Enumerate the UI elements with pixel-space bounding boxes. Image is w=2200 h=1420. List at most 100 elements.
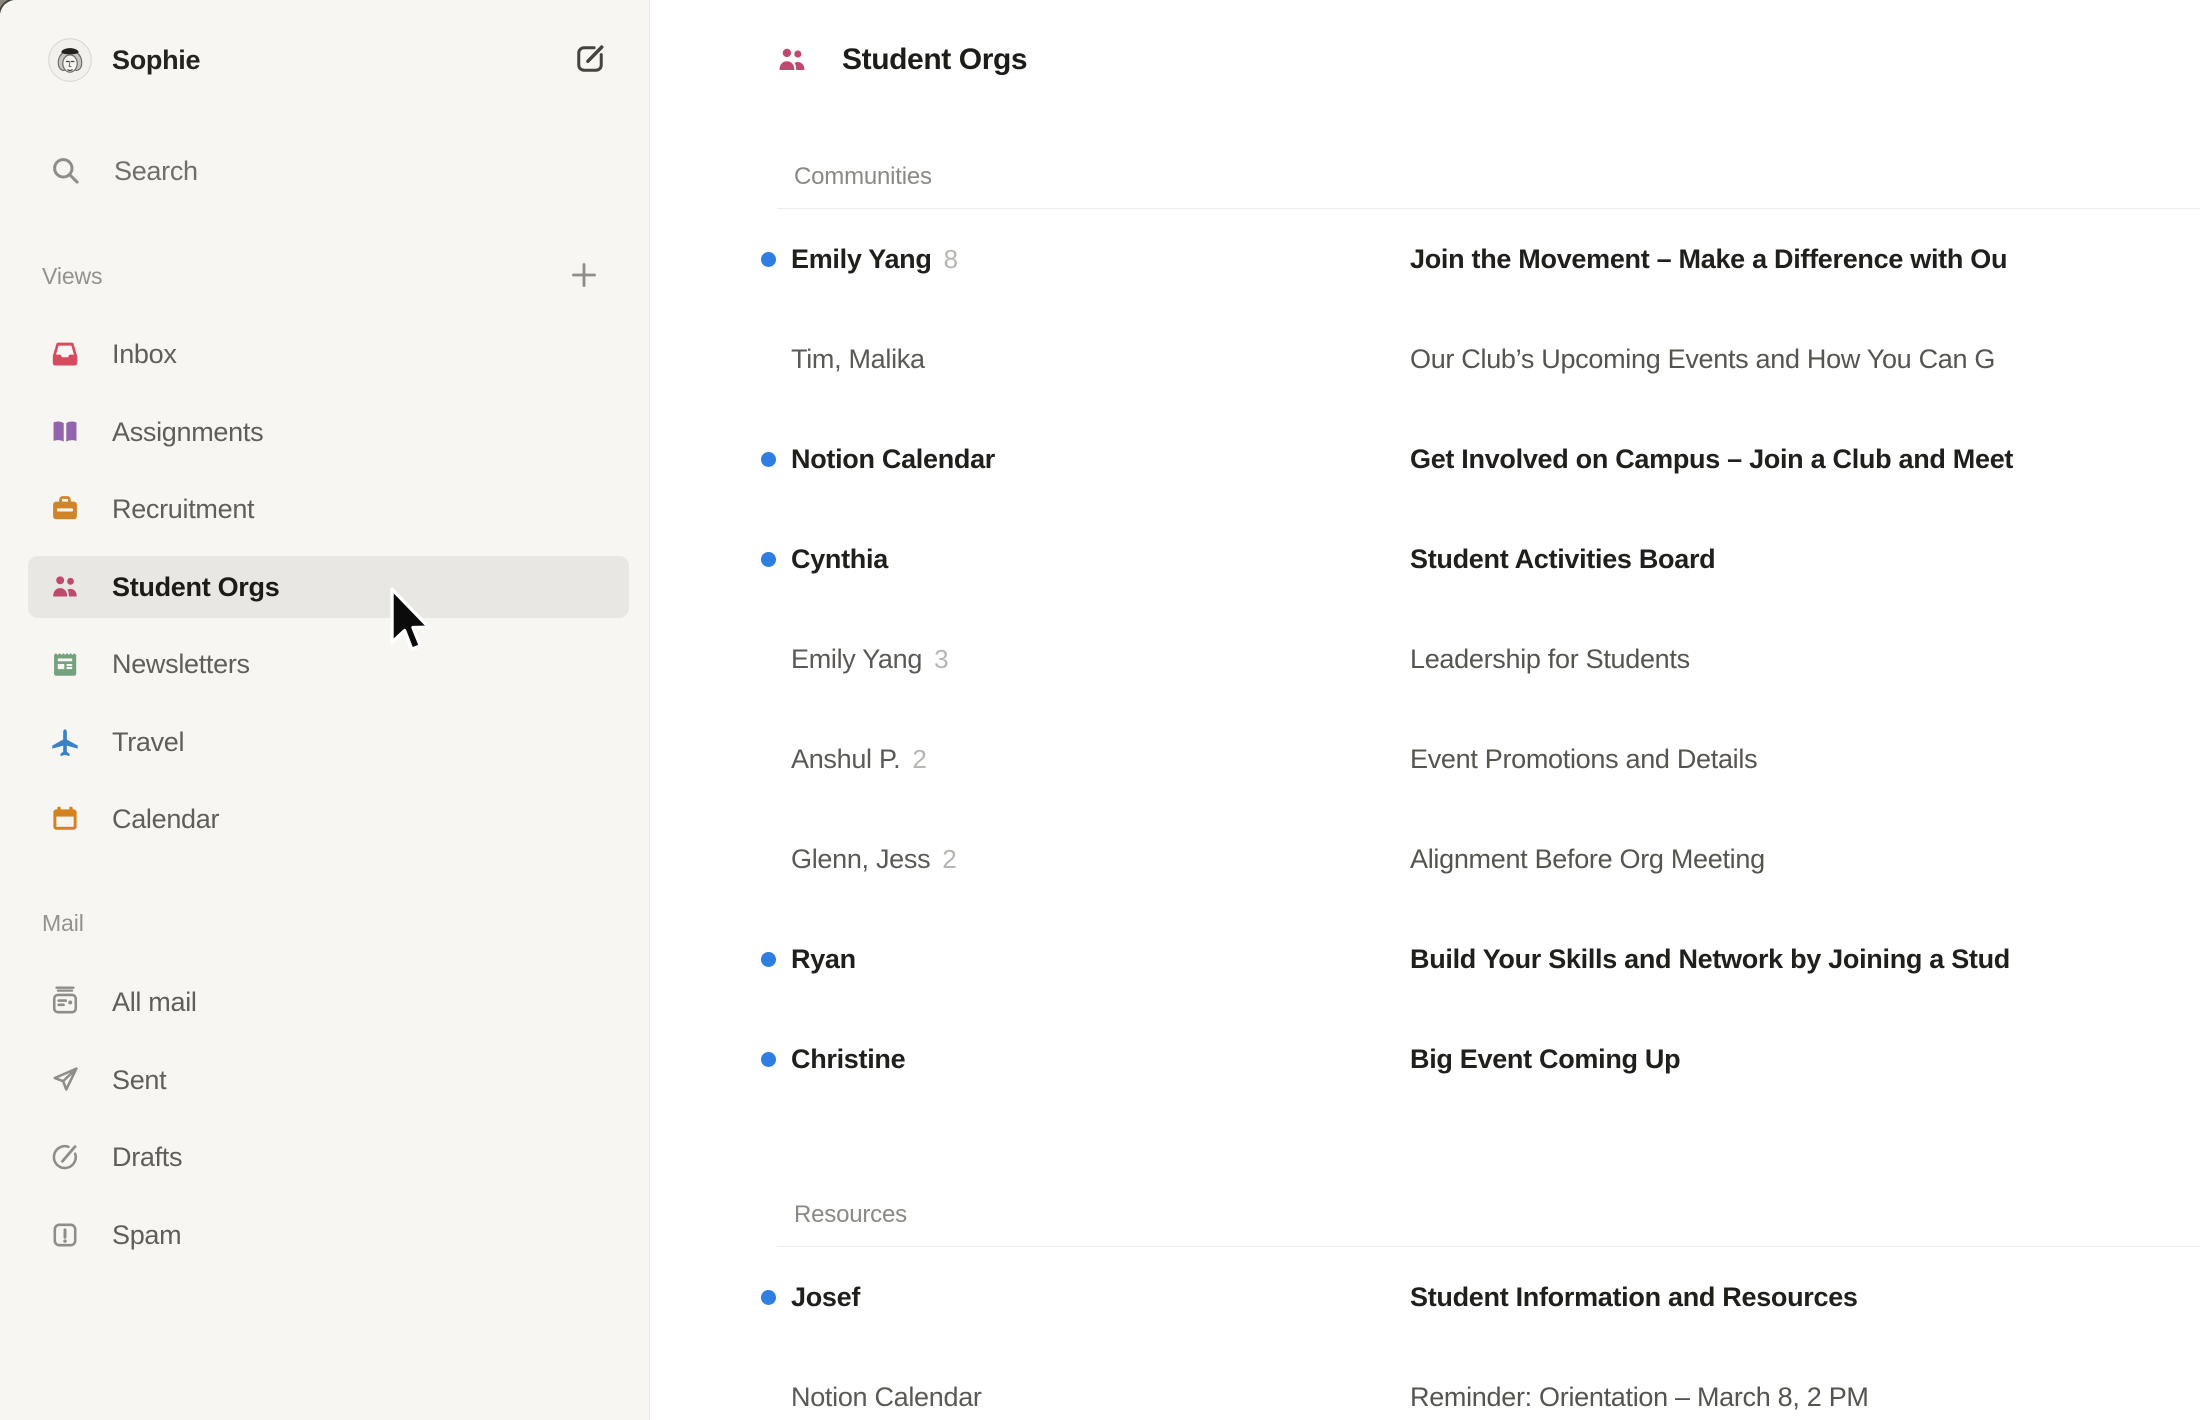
email-row[interactable]: Anshul P. 2 Event Promotions and Details [651,709,2200,809]
sender-name: Anshul P. [791,744,900,775]
briefcase-icon [48,492,82,526]
email-row[interactable]: Emily Yang 8 Join the Movement – Make a Di… [651,209,2200,309]
email-row[interactable]: Glenn, Jess 2 Alignment Before Org Meeting [651,809,2200,909]
sender-name: Emily Yang [791,244,932,275]
sidebar-item-label: Student Orgs [112,572,279,603]
mail-section-header: Mail [0,892,650,954]
email-sender: Anshul P. 2 [791,709,927,809]
email-row[interactable]: Emily Yang3 Leadership for Students [651,609,2200,709]
email-sender: Notion Calendar [791,409,995,509]
sender-name: Cynthia [791,544,888,575]
sidebar-item-student-orgs[interactable]: Student Orgs [28,556,629,618]
email-row[interactable]: ChristineBig Event Coming Up [651,1009,2200,1109]
unread-dot [761,252,776,267]
sidebar-item-travel[interactable]: Travel [28,711,629,773]
section-header-resources: Resources [651,1109,2200,1247]
email-subject: Alignment Before Org Meeting [1410,809,2200,909]
email-subject: Build Your Skills and Network by Joining… [1410,909,2200,1009]
email-sender: Cynthia [791,509,888,609]
all-mail-icon [48,985,82,1019]
section-label: Communities [794,165,932,189]
sender-name: Ryan [791,944,856,975]
sender-name: Notion Calendar [791,444,995,475]
email-row[interactable]: Ryan Build Your Skills and Network by Joi… [651,909,2200,1009]
email-subject: Student Information and Resources [1410,1247,2200,1347]
email-subject: Leadership for Students [1410,609,2200,709]
thread-count: 8 [944,244,958,275]
sidebar-item-spam[interactable]: Spam [28,1204,629,1266]
add-view-button[interactable] [566,258,602,294]
email-subject: Our Club’s Upcoming Events and How You C… [1410,309,2200,409]
email-sender: Tim, Malika [791,309,925,409]
airplane-icon [48,725,82,759]
email-sender: Glenn, Jess 2 [791,809,956,909]
thread-count: 2 [942,844,956,875]
unread-dot [761,1052,776,1067]
sidebar-item-label: Drafts [112,1142,182,1173]
section-label: Resources [794,1203,907,1227]
sidebar-item-label: Spam [112,1220,181,1251]
email-row[interactable]: Tim, Malika Our Club’s Upcoming Events an… [651,309,2200,409]
email-subject: Reminder: Orientation – March 8, 2 PM [1410,1347,2200,1420]
section-header-communities: Communities [651,120,2200,209]
email-subject: Student Activities Board [1410,509,2200,609]
book-icon [48,415,82,449]
sidebar-item-label: Assignments [112,417,263,448]
sidebar: Sophie Search Views [0,0,650,1420]
sender-name: Christine [791,1044,905,1075]
thread-count: 3 [934,644,948,675]
compose-icon [571,40,609,81]
sidebar-item-label: Calendar [112,804,219,835]
sidebar-item-newsletters[interactable]: Newsletters [28,633,629,695]
email-row[interactable]: Josef Student Information and Resources [651,1247,2200,1347]
profile-name[interactable]: Sophie [112,36,200,84]
sidebar-item-label: All mail [112,987,197,1018]
sender-name: Josef [791,1282,860,1313]
email-subject: Get Involved on Campus – Join a Club and… [1410,409,2200,509]
email-sender: Emily Yang3 [791,609,948,709]
avatar[interactable] [48,38,92,82]
sidebar-item-drafts[interactable]: Drafts [28,1126,629,1188]
search-button[interactable]: Search [28,140,629,202]
inbox-icon [48,337,82,371]
search-label: Search [114,156,198,187]
email-subject: Join the Movement – Make a Difference wi… [1410,209,2200,309]
sidebar-item-inbox[interactable]: Inbox [28,323,629,385]
email-sender: Notion Calendar [791,1347,982,1420]
email-row[interactable]: Notion Calendar Get Involved on Campus – … [651,409,2200,509]
sender-name: Tim, Malika [791,344,925,375]
views-section-header: Views [0,245,650,307]
notion-mail-window: Sophie Search Views [0,0,2200,1420]
calendar-icon [48,802,82,836]
email-sender: Christine [791,1009,905,1109]
profile-row: Sophie [0,36,650,84]
drafts-icon [48,1140,82,1174]
unread-dot [761,552,776,567]
mail-list-pane: Student Orgs Communities Emily Yang 8 Join … [651,0,2200,1420]
email-subject: Event Promotions and Details [1410,709,2200,809]
send-icon [48,1063,82,1097]
thread-count: 2 [912,744,926,775]
sidebar-item-recruitment[interactable]: Recruitment [28,478,629,540]
compose-button[interactable] [571,41,609,79]
sidebar-item-label: Travel [112,727,184,758]
spam-icon [48,1218,82,1252]
view-header: Student Orgs [651,0,2200,120]
email-sender: Emily Yang 8 [791,209,958,309]
email-sections: Communities Emily Yang 8 Join the Movement … [651,120,2200,1420]
sender-name: Notion Calendar [791,1382,982,1413]
newspaper-icon [48,647,82,681]
sidebar-item-label: Inbox [112,339,177,370]
sidebar-item-assignments[interactable]: Assignments [28,401,629,463]
email-row[interactable]: Cynthia Student Activities Board [651,509,2200,609]
unread-dot [761,452,776,467]
unread-dot [761,952,776,967]
sender-name: Glenn, Jess [791,844,930,875]
email-row[interactable]: Notion Calendar Reminder: Orientation – M… [651,1347,2200,1420]
sidebar-item-calendar[interactable]: Calendar [28,788,629,850]
sidebar-item-all-mail[interactable]: All mail [28,971,629,1033]
sidebar-item-label: Sent [112,1065,166,1096]
people-icon [774,42,810,78]
sidebar-item-sent[interactable]: Sent [28,1049,629,1111]
people-icon [48,570,82,604]
